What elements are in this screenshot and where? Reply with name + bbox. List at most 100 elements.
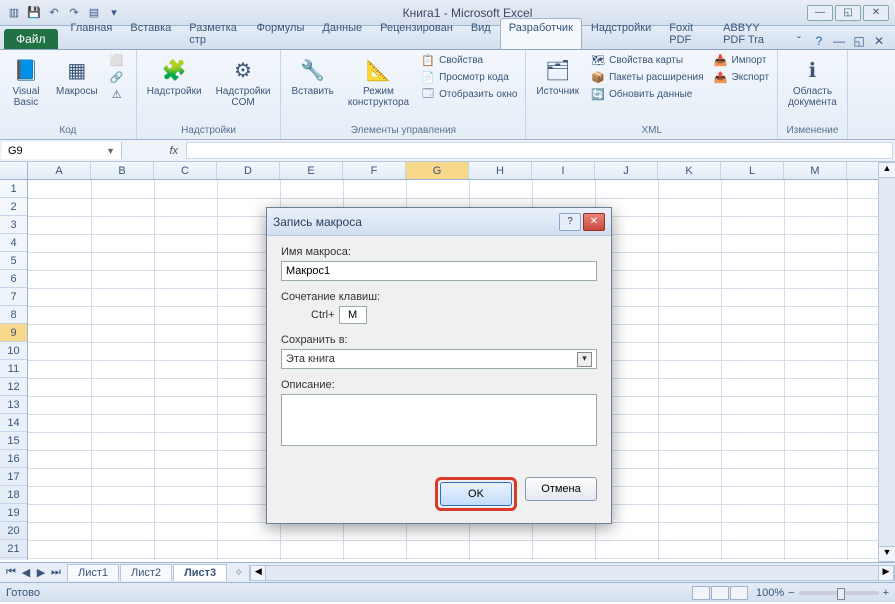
help-icon[interactable]: ?	[811, 33, 827, 49]
row-header-10[interactable]: 10	[0, 342, 27, 360]
new-sheet-icon[interactable]: ✧	[228, 566, 249, 579]
zoom-value[interactable]: 100%	[756, 587, 784, 599]
com-button[interactable]: ⚙Надстройки COM	[210, 52, 277, 110]
select-all-corner[interactable]	[0, 162, 28, 179]
row-header-4[interactable]: 4	[0, 234, 27, 252]
dialog-close-button[interactable]: ✕	[583, 213, 605, 231]
scroll-down-icon[interactable]: ▼	[879, 546, 895, 562]
tab-разработчик[interactable]: Разработчик	[500, 18, 582, 49]
prop-button[interactable]: 📋Свойства	[417, 52, 521, 68]
macro-name-input[interactable]	[281, 261, 597, 281]
col-header-A[interactable]: A	[28, 162, 91, 179]
dialog-help-button[interactable]: ?	[559, 213, 581, 231]
col-header-I[interactable]: I	[532, 162, 595, 179]
store-in-select[interactable]: Эта книга ▾	[281, 349, 597, 369]
tab-abbyy pdf tra[interactable]: ABBYY PDF Tra	[714, 18, 791, 49]
sheet-nav-prev-icon[interactable]: ◀	[19, 566, 33, 579]
view-layout-button[interactable]	[711, 586, 729, 600]
minimize-button[interactable]: —	[807, 5, 833, 21]
zoom-slider[interactable]	[799, 591, 879, 595]
col-header-M[interactable]: M	[784, 162, 847, 179]
formula-input[interactable]	[186, 142, 893, 159]
row-header-13[interactable]: 13	[0, 396, 27, 414]
row-header-3[interactable]: 3	[0, 216, 27, 234]
sheet-tab-Лист1[interactable]: Лист1	[67, 564, 119, 581]
mdi-restore-icon[interactable]: ◱	[851, 33, 867, 49]
close-window-button[interactable]: ✕	[863, 5, 889, 21]
col-header-K[interactable]: K	[658, 162, 721, 179]
vertical-scrollbar[interactable]: ▲ ▼	[878, 162, 895, 562]
col-header-G[interactable]: G	[406, 162, 469, 179]
fx-label[interactable]: fx	[124, 140, 184, 161]
vb-button[interactable]: 📘Visual Basic	[4, 52, 48, 110]
row-header-15[interactable]: 15	[0, 432, 27, 450]
row-header-7[interactable]: 7	[0, 288, 27, 306]
tab-надстройки[interactable]: Надстройки	[582, 18, 660, 49]
dialog-titlebar[interactable]: Запись макроса ? ✕	[267, 208, 611, 236]
col-header-J[interactable]: J	[595, 162, 658, 179]
minimize-ribbon-icon[interactable]: ˇ	[791, 33, 807, 49]
name-box[interactable]: G9 ▼	[2, 142, 122, 159]
zoom-out-icon[interactable]: −	[788, 587, 794, 599]
row-header-17[interactable]: 17	[0, 468, 27, 486]
row-header-2[interactable]: 2	[0, 198, 27, 216]
tab-рецензирован[interactable]: Рецензирован	[371, 18, 462, 49]
sheet-nav-last-icon[interactable]: ⏭	[49, 566, 63, 579]
ref-button[interactable]: 🔗	[106, 69, 132, 85]
col-header-B[interactable]: B	[91, 162, 154, 179]
addins-button[interactable]: 🧩Надстройки	[141, 52, 208, 99]
refr-button[interactable]: 🔄Обновить данные	[587, 86, 707, 102]
save-icon[interactable]: 💾	[26, 5, 42, 21]
dlg-button[interactable]: 🗔Отобразить окно	[417, 86, 521, 102]
row-header-16[interactable]: 16	[0, 450, 27, 468]
exp-button[interactable]: 📦Пакеты расширения	[587, 69, 707, 85]
row-header-19[interactable]: 19	[0, 504, 27, 522]
zoom-in-icon[interactable]: +	[883, 587, 889, 599]
view-pagebreak-button[interactable]	[730, 586, 748, 600]
mdi-close-icon[interactable]: ✕	[871, 33, 887, 49]
imp-button[interactable]: 📥Импорт	[710, 52, 774, 68]
sheet-nav-first-icon[interactable]: ⏮	[4, 566, 18, 579]
mac-button[interactable]: ▦Макросы	[50, 52, 104, 99]
mapp-button[interactable]: 🗺Свойства карты	[587, 52, 707, 68]
row-header-21[interactable]: 21	[0, 540, 27, 558]
sheet-tab-Лист3[interactable]: Лист3	[173, 564, 227, 581]
undo-icon[interactable]: ↶	[46, 5, 62, 21]
row-header-14[interactable]: 14	[0, 414, 27, 432]
sheet-tab-Лист2[interactable]: Лист2	[120, 564, 172, 581]
row-header-20[interactable]: 20	[0, 522, 27, 540]
col-header-D[interactable]: D	[217, 162, 280, 179]
tab-вставка[interactable]: Вставка	[121, 18, 180, 49]
file-tab[interactable]: Файл	[4, 29, 58, 49]
design-button[interactable]: 📐Режим конструктора	[342, 52, 415, 110]
tab-разметка стр[interactable]: Разметка стр	[180, 18, 247, 49]
tab-foxit pdf[interactable]: Foxit PDF	[660, 18, 714, 49]
src-button[interactable]: 🗂Источник	[530, 52, 585, 99]
col-header-F[interactable]: F	[343, 162, 406, 179]
row-header-18[interactable]: 18	[0, 486, 27, 504]
tab-вид[interactable]: Вид	[462, 18, 500, 49]
tab-формулы[interactable]: Формулы	[248, 18, 314, 49]
docarea-button[interactable]: ℹОбласть документа	[782, 52, 843, 110]
scroll-left-icon[interactable]: ◀	[250, 566, 266, 580]
tab-главная[interactable]: Главная	[62, 18, 122, 49]
cancel-button[interactable]: Отмена	[525, 477, 597, 501]
row-header-1[interactable]: 1	[0, 180, 27, 198]
rec-button[interactable]: ⬜	[106, 52, 132, 68]
horizontal-scrollbar[interactable]: ◀ ▶	[249, 565, 895, 581]
expo-button[interactable]: 📤Экспорт	[710, 69, 774, 85]
name-box-dropdown-icon[interactable]: ▼	[106, 146, 115, 156]
shortcut-key-input[interactable]	[339, 306, 367, 324]
row-header-12[interactable]: 12	[0, 378, 27, 396]
row-header-8[interactable]: 8	[0, 306, 27, 324]
row-header-9[interactable]: 9	[0, 324, 27, 342]
col-header-L[interactable]: L	[721, 162, 784, 179]
row-header-11[interactable]: 11	[0, 360, 27, 378]
row-header-6[interactable]: 6	[0, 270, 27, 288]
col-header-C[interactable]: C	[154, 162, 217, 179]
col-header-E[interactable]: E	[280, 162, 343, 179]
row-header-5[interactable]: 5	[0, 252, 27, 270]
store-in-dropdown-icon[interactable]: ▾	[577, 352, 592, 367]
description-textarea[interactable]	[281, 394, 597, 446]
scroll-up-icon[interactable]: ▲	[879, 162, 895, 178]
